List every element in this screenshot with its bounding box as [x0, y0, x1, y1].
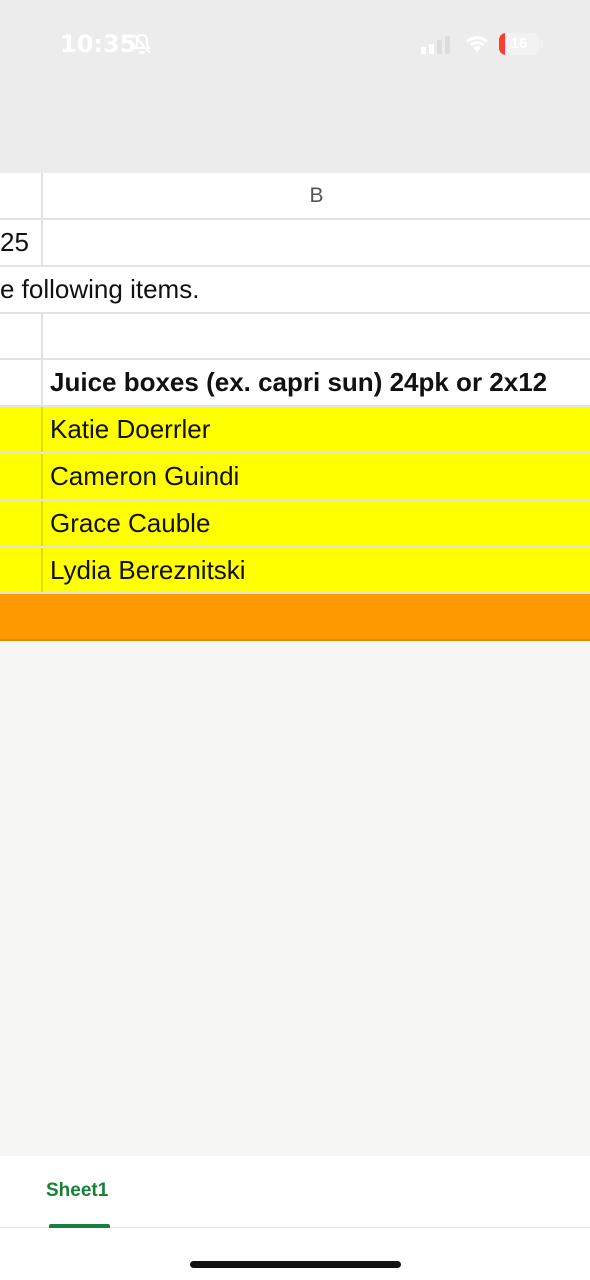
- cell-a1-text: 25: [0, 227, 29, 257]
- table-row: Katie Doerrler: [0, 407, 590, 454]
- column-header-a[interactable]: [0, 173, 43, 218]
- cell-a5[interactable]: [0, 407, 43, 452]
- cell-b1[interactable]: [43, 220, 590, 265]
- spreadsheet-grid: B 25 e following items. Juice boxes (ex.…: [0, 173, 590, 641]
- tab-sheet1[interactable]: Sheet1: [46, 1180, 108, 1202]
- table-row: 25: [0, 220, 590, 267]
- battery-level: 16: [510, 35, 528, 52]
- cell-a8[interactable]: [0, 548, 43, 592]
- status-time: 10:35: [60, 30, 137, 58]
- table-row: Juice boxes (ex. capri sun) 24pk or 2x12: [0, 360, 590, 407]
- cell-b7[interactable]: Grace Cauble: [43, 501, 590, 546]
- table-row: Cameron Guindi: [0, 454, 590, 501]
- cell-b8[interactable]: Lydia Bereznitski: [43, 548, 590, 592]
- battery-nub: [540, 40, 543, 48]
- cell-b5[interactable]: Katie Doerrler: [43, 407, 590, 452]
- cell-b6[interactable]: Cameron Guindi: [43, 454, 590, 499]
- cell-a1[interactable]: 25: [0, 220, 43, 265]
- table-row: [0, 314, 590, 360]
- sheet-tab-bar: Sheet1: [0, 1156, 590, 1228]
- status-bar: 10:35 16: [0, 0, 590, 173]
- cell-a3[interactable]: [0, 314, 43, 358]
- active-tab-indicator: [49, 1224, 110, 1228]
- wifi-icon: [466, 36, 488, 52]
- column-header-row: B: [0, 173, 590, 220]
- home-indicator[interactable]: [190, 1261, 401, 1268]
- bell-slash-icon: [133, 33, 151, 54]
- table-row: e following items.: [0, 267, 590, 314]
- battery-icon: 16: [499, 33, 539, 55]
- cell-a6[interactable]: [0, 454, 43, 499]
- cell-a7[interactable]: [0, 501, 43, 546]
- table-row-orange[interactable]: [0, 594, 590, 641]
- cell-b3[interactable]: [43, 314, 590, 358]
- cell-a2-text[interactable]: e following items.: [0, 267, 199, 311]
- cell-b4-header[interactable]: Juice boxes (ex. capri sun) 24pk or 2x12: [43, 360, 590, 405]
- table-row: Lydia Bereznitski: [0, 548, 590, 594]
- table-row: Grace Cauble: [0, 501, 590, 548]
- signal-icon: [421, 36, 450, 54]
- empty-sheet-area: [0, 641, 590, 1156]
- column-header-b[interactable]: B: [43, 173, 590, 218]
- cell-a4[interactable]: [0, 360, 43, 405]
